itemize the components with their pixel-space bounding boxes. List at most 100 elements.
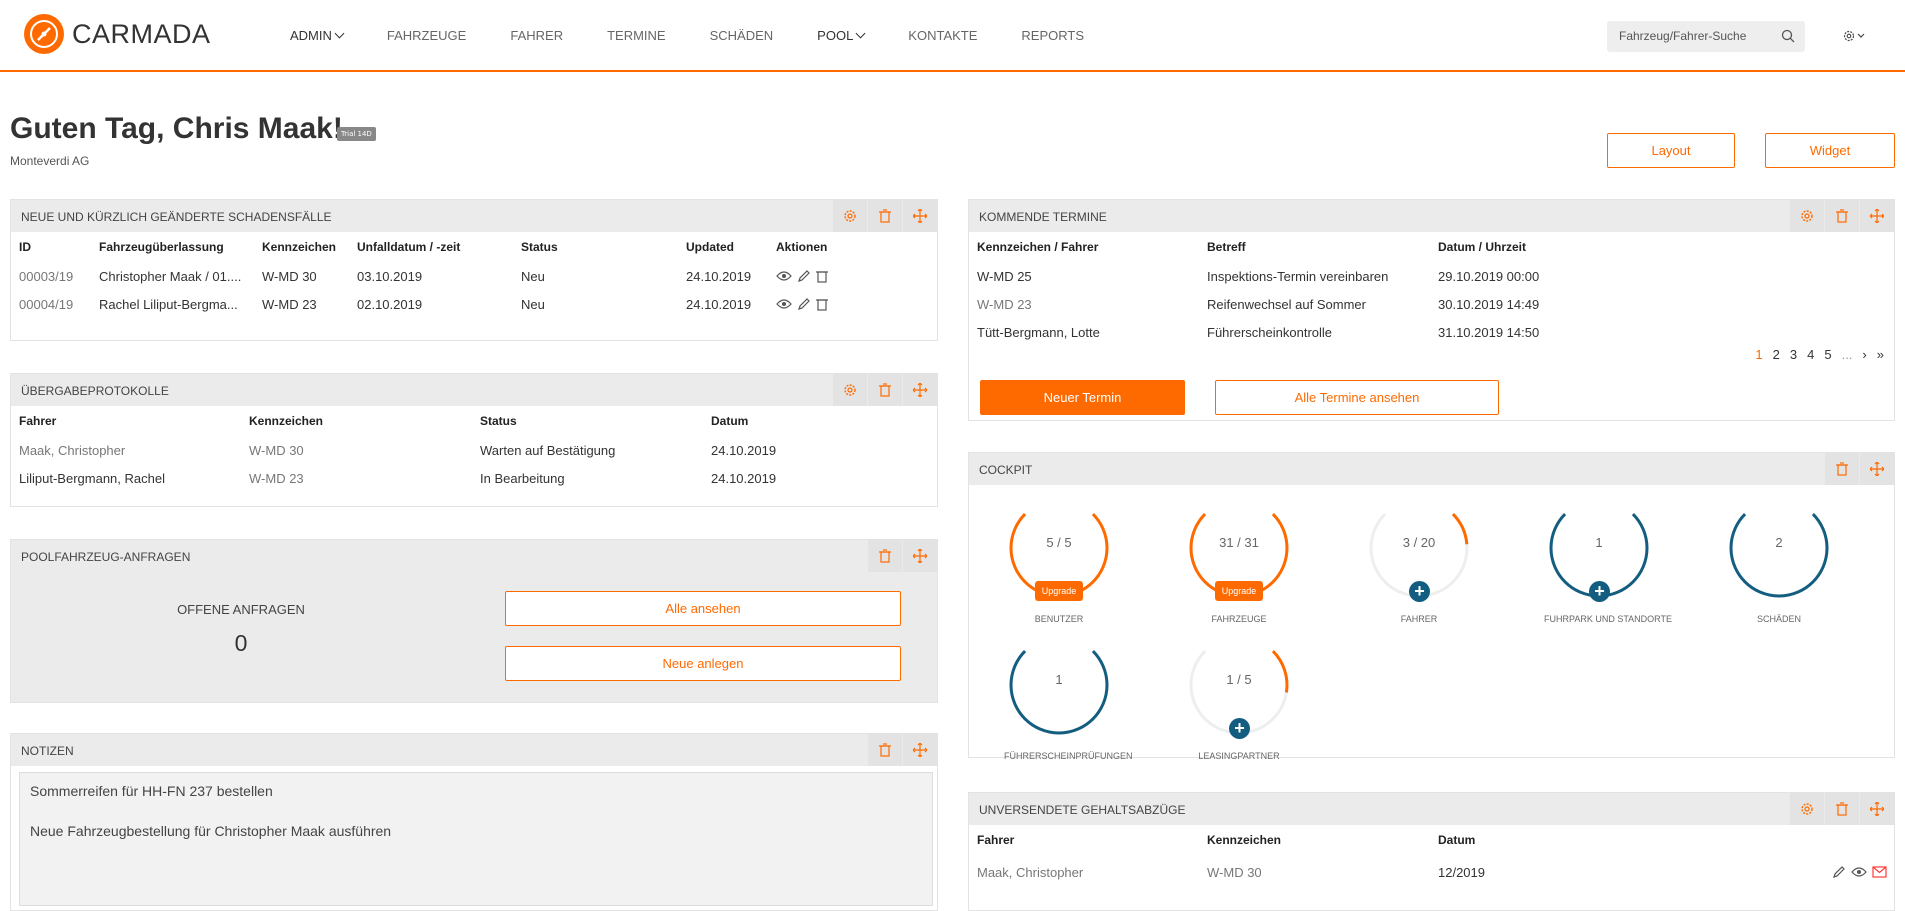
- search-placeholder: Fahrzeug/Fahrer-Suche: [1619, 29, 1747, 43]
- table-header: Fahrer Kennzeichen Status Datum: [19, 406, 919, 436]
- widget-move-handle[interactable]: [903, 734, 937, 766]
- widget-delete-button[interactable]: [868, 540, 902, 572]
- settings-menu[interactable]: [1842, 28, 1868, 47]
- widget-move-handle[interactable]: [1860, 793, 1894, 825]
- handover-table: Fahrer Kennzeichen Status Datum Maak, Ch…: [19, 406, 919, 492]
- gauge-value: 5 / 5: [1046, 535, 1072, 550]
- plus-icon[interactable]: +: [1409, 581, 1430, 602]
- notes-textarea[interactable]: Sommerreifen für HH-FN 237 bestellen Neu…: [19, 772, 933, 906]
- pencil-icon[interactable]: [1832, 865, 1846, 879]
- gauge-schäden[interactable]: 2 SCHÄDEN: [1724, 493, 1834, 624]
- widget-settings-button[interactable]: [1790, 793, 1824, 825]
- new-appointment-button[interactable]: Neuer Termin: [980, 380, 1185, 415]
- trash-icon[interactable]: [816, 269, 828, 283]
- table-row[interactable]: W-MD 23 Reifenwechsel auf Sommer 30.10.2…: [977, 290, 1677, 318]
- table-row[interactable]: Tütt-Bergmann, Lotte Führerscheinkontrol…: [977, 318, 1677, 346]
- col-date: Datum: [1438, 833, 1476, 847]
- widget-move-handle[interactable]: [1860, 200, 1894, 232]
- view-all-requests-button[interactable]: Alle ansehen: [505, 591, 901, 626]
- nav-termine[interactable]: TERMINE: [607, 28, 666, 43]
- widget-settings-button[interactable]: [833, 374, 867, 406]
- widget-delete-button[interactable]: [1825, 793, 1859, 825]
- search-input[interactable]: Fahrzeug/Fahrer-Suche: [1607, 21, 1805, 52]
- gauge-leasingpartner[interactable]: 1 / 5 + LEASINGPARTNER: [1184, 630, 1294, 761]
- move-icon: [913, 383, 927, 397]
- widget-title: Übergabeprotokolle: [21, 384, 169, 398]
- nav-pool[interactable]: POOL: [817, 28, 866, 43]
- widget-settings-button[interactable]: [1790, 200, 1824, 232]
- nav-schaeden[interactable]: SCHÄDEN: [710, 28, 774, 43]
- widget-move-handle[interactable]: [1860, 453, 1894, 485]
- gauge-fuhrpark-und-standorte[interactable]: 1 + FUHRPARK UND STANDORTE: [1544, 493, 1672, 624]
- nav-fahrzeuge[interactable]: FAHRZEUGE: [387, 28, 466, 43]
- table-row[interactable]: Liliput-Bergmann, Rachel W-MD 23 In Bear…: [19, 464, 919, 492]
- nav-admin[interactable]: ADMIN: [290, 28, 345, 43]
- cell-date: 03.10.2019: [357, 268, 423, 284]
- cell-subject: Reifenwechsel auf Sommer: [1207, 296, 1366, 312]
- nav-kontakte[interactable]: KONTAKTE: [908, 28, 977, 43]
- table-row[interactable]: Maak, Christopher W-MD 30 Warten auf Bes…: [19, 436, 919, 464]
- notes-widget: Notizen Sommerreifen für HH-FN 237 beste…: [10, 733, 938, 911]
- move-icon: [1870, 802, 1884, 816]
- next-page-icon[interactable]: ›: [1862, 347, 1866, 362]
- all-appointments-button[interactable]: Alle Termine ansehen: [1215, 380, 1499, 415]
- widget-header: Kommende Termine: [969, 200, 1894, 232]
- pencil-icon[interactable]: [797, 297, 811, 311]
- widget-move-handle[interactable]: [903, 540, 937, 572]
- page-link[interactable]: 4: [1807, 347, 1814, 362]
- page-link[interactable]: 1: [1755, 347, 1762, 362]
- payroll-table: Fahrer Kennzeichen Datum Maak, Christoph…: [977, 825, 1887, 889]
- plus-icon[interactable]: +: [1229, 718, 1250, 739]
- eye-icon[interactable]: [776, 270, 792, 282]
- widget-move-handle[interactable]: [903, 374, 937, 406]
- widget-delete-button[interactable]: [1825, 200, 1859, 232]
- nav-fahrer[interactable]: FAHRER: [510, 28, 563, 43]
- widget-delete-button[interactable]: [868, 734, 902, 766]
- plus-icon[interactable]: +: [1589, 581, 1610, 602]
- move-icon: [913, 209, 927, 223]
- widget-title: Unversendete Gehaltsabzüge: [979, 803, 1186, 817]
- gauge-fahrzeuge[interactable]: 31 / 31 Upgrade FAHRZEUGE: [1184, 493, 1294, 624]
- new-request-button[interactable]: Neue anlegen: [505, 646, 901, 681]
- cell-plate: W-MD 30: [249, 442, 304, 458]
- eye-icon[interactable]: [776, 298, 792, 310]
- pencil-icon[interactable]: [797, 269, 811, 283]
- widget-move-handle[interactable]: [903, 200, 937, 232]
- trash-icon: [1836, 209, 1848, 223]
- widget-delete-button[interactable]: [868, 200, 902, 232]
- trash-icon: [879, 209, 891, 223]
- page-link[interactable]: 3: [1790, 347, 1797, 362]
- widget-delete-button[interactable]: [868, 374, 902, 406]
- widget-button[interactable]: Widget: [1765, 133, 1895, 168]
- nav-reports[interactable]: REPORTS: [1021, 28, 1084, 43]
- layout-button[interactable]: Layout: [1607, 133, 1735, 168]
- widget-delete-button[interactable]: [1825, 453, 1859, 485]
- logo[interactable]: CARMADA: [24, 14, 211, 54]
- open-requests-count: 0: [234, 630, 248, 656]
- trash-icon: [879, 383, 891, 397]
- table-row[interactable]: W-MD 25 Inspektions-Termin vereinbaren 2…: [977, 262, 1677, 290]
- last-page-icon[interactable]: »: [1877, 347, 1884, 362]
- cell-status: In Bearbeitung: [480, 470, 565, 486]
- table-row[interactable]: 00003/19 Christopher Maak / 01.... W-MD …: [19, 262, 919, 290]
- gauge-führerscheinprüfungen[interactable]: 1 FÜHRERSCHEINPRÜFUNGEN: [1004, 630, 1133, 761]
- cell-datetime: 29.10.2019 00:00: [1438, 268, 1540, 284]
- cell-driver: Maak, Christopher: [977, 864, 1084, 880]
- trash-icon[interactable]: [816, 297, 828, 311]
- gauge-label: LEASINGPARTNER: [1198, 751, 1280, 761]
- eye-icon[interactable]: [1851, 866, 1867, 878]
- page-link[interactable]: 2: [1773, 347, 1780, 362]
- widget-settings-button[interactable]: [833, 200, 867, 232]
- table-row[interactable]: 00004/19 Rachel Liliput-Bergma... W-MD 2…: [19, 290, 919, 318]
- main-nav: ADMIN FAHRZEUGE FAHRER TERMINE SCHÄDEN P…: [290, 28, 1128, 43]
- upgrade-badge[interactable]: Upgrade: [1215, 581, 1263, 601]
- cell-datetime: 31.10.2019 14:50: [1438, 324, 1540, 340]
- search-icon[interactable]: [1781, 29, 1795, 43]
- gauge-benutzer[interactable]: 5 / 5 Upgrade BENUTZER: [1004, 493, 1114, 624]
- upgrade-badge[interactable]: Upgrade: [1035, 581, 1083, 601]
- mail-icon[interactable]: [1872, 866, 1887, 878]
- table-row[interactable]: Maak, Christopher W-MD 30 12/2019: [977, 855, 1887, 889]
- page-link[interactable]: 5: [1824, 347, 1831, 362]
- gauge-label: FAHRER: [1400, 614, 1438, 624]
- gauge-fahrer[interactable]: 3 / 20 + FAHRER: [1364, 493, 1474, 624]
